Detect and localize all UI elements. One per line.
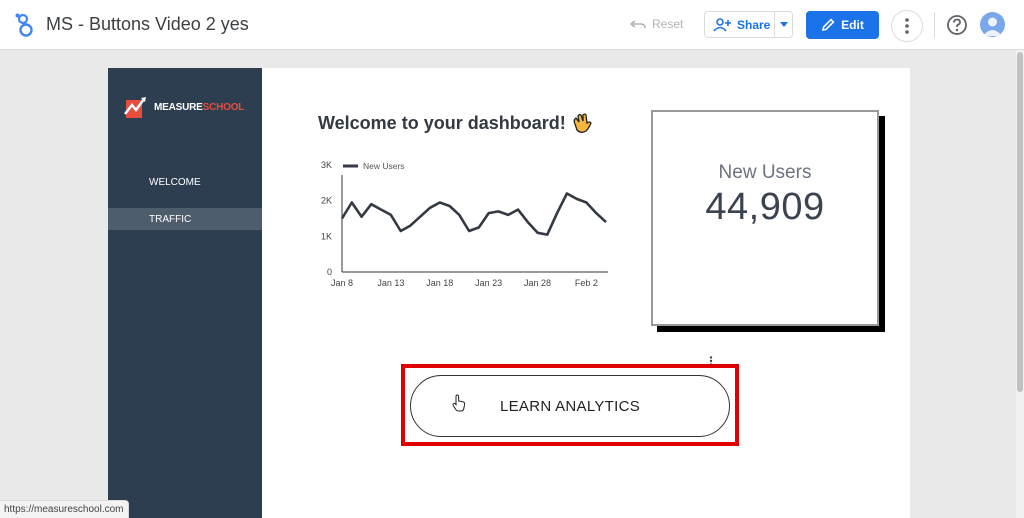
dashboard-sidebar: MEASURESCHOOL WELCOME TRAFFIC	[108, 68, 262, 518]
share-button[interactable]: Share	[705, 12, 775, 37]
share-label: Share	[737, 17, 771, 32]
logo-chart-icon	[124, 97, 146, 118]
toolbar-divider	[934, 12, 935, 38]
share-button-group: Share	[704, 11, 793, 38]
x-tick-label: Jan 18	[426, 278, 453, 288]
more-options-button[interactable]	[891, 10, 923, 42]
share-dropdown-button[interactable]	[775, 22, 792, 27]
logo-text-measure: MEASURE	[154, 101, 203, 113]
report-title[interactable]: MS - Buttons Video 2 yes	[46, 14, 249, 35]
caret-down-icon	[779, 22, 788, 27]
page-scrollbar[interactable]	[1016, 50, 1024, 518]
learn-analytics-label: LEARN ANALYTICS	[499, 397, 641, 415]
person-icon	[983, 17, 1002, 36]
x-tick-label: Jan 23	[475, 278, 502, 288]
logo-text: MEASURESCHOOL	[154, 102, 244, 113]
undo-icon	[630, 20, 646, 29]
account-avatar[interactable]	[980, 12, 1005, 37]
edit-label: Edit	[841, 18, 864, 32]
looker-studio-logo-icon[interactable]	[14, 12, 36, 38]
help-icon[interactable]	[946, 14, 968, 36]
scorecard-value: 44,909	[705, 186, 825, 228]
series-line-new-users	[340, 192, 607, 236]
add-person-icon	[713, 17, 731, 32]
reset-label: Reset	[652, 17, 684, 31]
x-tick-label: Jan 28	[524, 278, 551, 288]
top-bar: MS - Buttons Video 2 yes Reset Share Edi…	[0, 0, 1024, 50]
x-tick-label: Jan 8	[331, 278, 353, 288]
status-bar-url: https://measureschool.com	[0, 500, 129, 518]
nav-item-traffic[interactable]: TRAFFIC	[108, 208, 262, 230]
pencil-icon	[822, 18, 835, 32]
y-tick-label: 2K	[321, 196, 332, 206]
y-tick-label: 3K	[321, 160, 332, 170]
measureschool-logo: MEASURESCHOOL	[124, 94, 244, 120]
welcome-text: Welcome to your dashboard!	[318, 112, 566, 133]
welcome-heading: Welcome to your dashboard!	[318, 112, 592, 134]
reset-button[interactable]: Reset	[630, 17, 683, 31]
x-tick-label: Jan 13	[377, 278, 404, 288]
scorecard-label: New Users	[718, 162, 812, 183]
hand-pointer-cursor-icon	[452, 394, 466, 412]
waving-hand-icon	[573, 113, 592, 133]
report-canvas: MEASURESCHOOL WELCOME TRAFFIC Welcome to…	[108, 68, 910, 518]
nav-item-welcome[interactable]: WELCOME	[108, 171, 262, 193]
scrollbar-thumb[interactable]	[1017, 52, 1023, 392]
y-tick-label: 1K	[321, 231, 332, 241]
edit-button[interactable]: Edit	[806, 11, 879, 39]
new-users-scorecard: New Users 44,909	[651, 110, 879, 326]
nav-item-label: TRAFFIC	[149, 213, 192, 225]
x-tick-label: Feb 2	[575, 278, 598, 288]
new-users-line-chart: New Users 0 1K 2K 3K Jan 8 Jan 13 Jan 18 Jan 23 J…	[321, 160, 608, 288]
nav-item-label: WELCOME	[149, 176, 201, 188]
more-vert-icon	[905, 18, 909, 34]
legend-label: New Users	[363, 161, 405, 171]
y-tick-label: 0	[327, 267, 332, 277]
logo-text-school: SCHOOL	[202, 101, 245, 113]
